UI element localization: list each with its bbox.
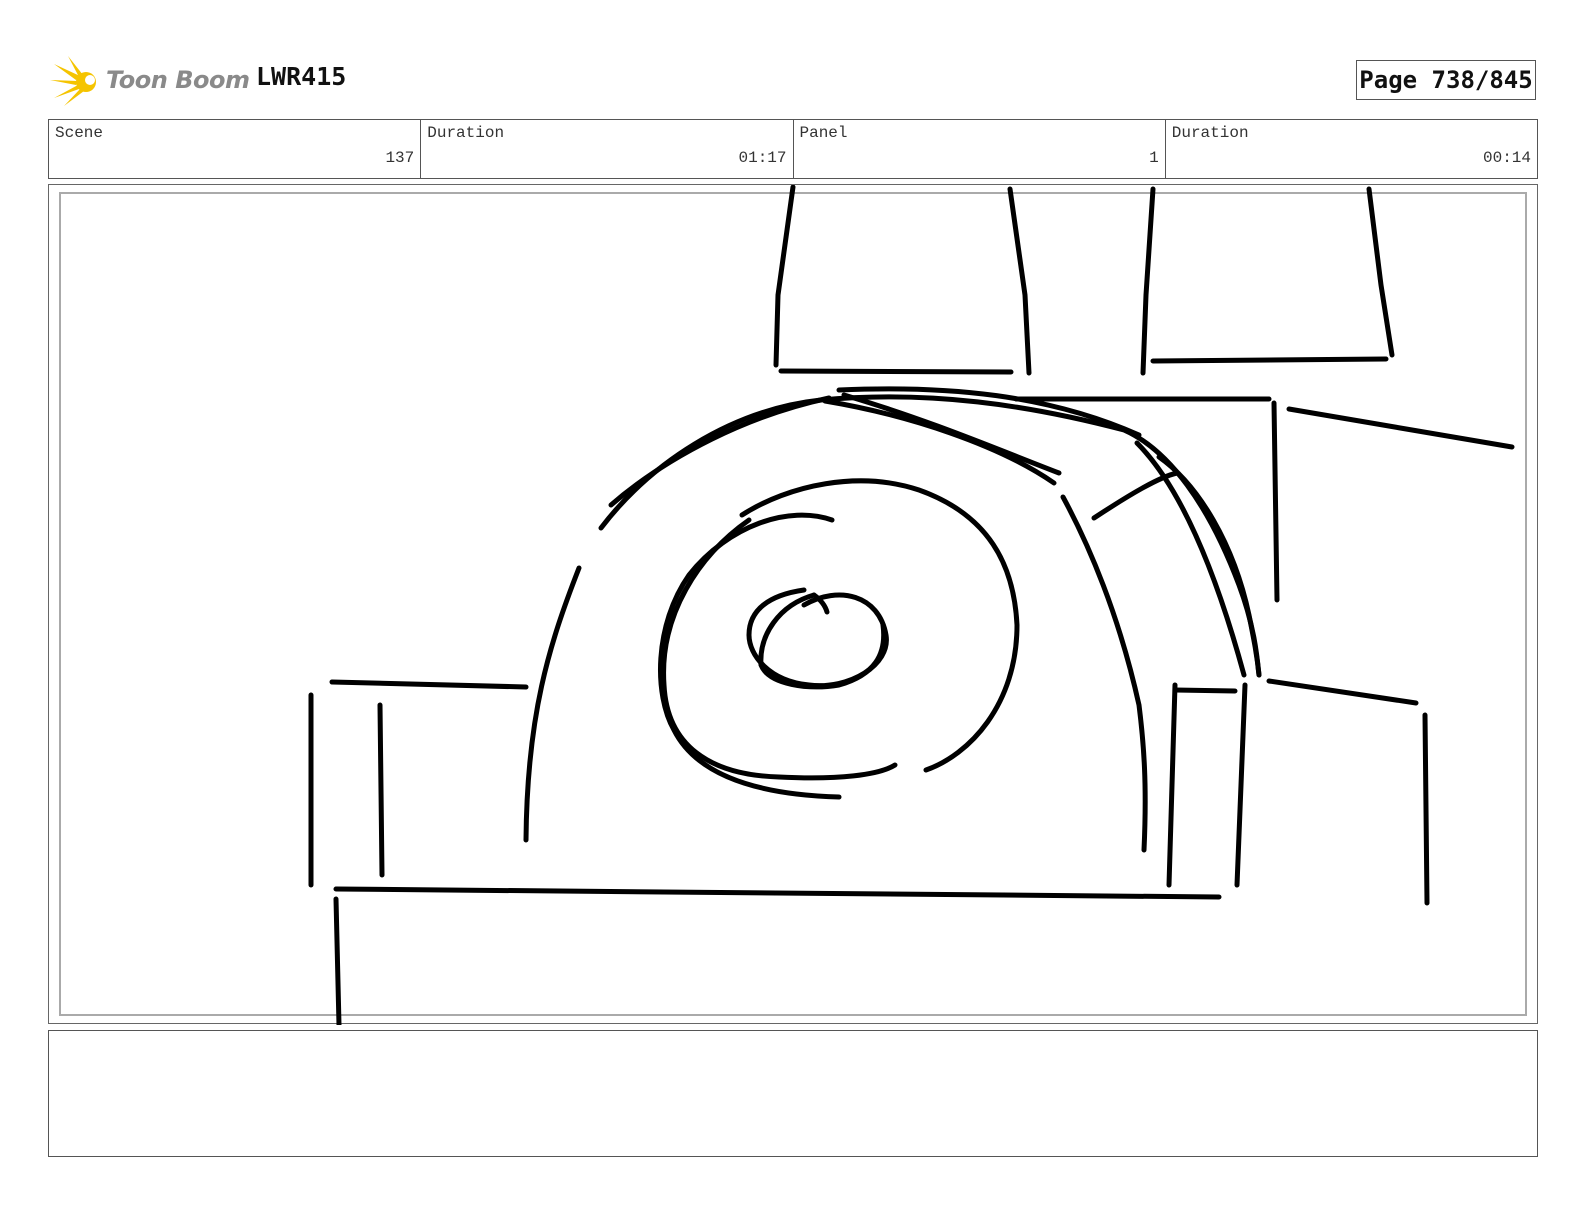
scene-cell: Scene 137 bbox=[49, 120, 422, 178]
toon-boom-logo: Toon Boom bbox=[50, 54, 250, 110]
panel-sketch bbox=[308, 185, 1515, 1025]
panel-cell: Panel 1 bbox=[794, 120, 1166, 178]
scene-value: 137 bbox=[385, 149, 415, 167]
scene-info-row: Scene 137 Duration 01:17 Panel 1 Duratio… bbox=[48, 119, 1538, 179]
page-indicator: Page 738/845 bbox=[1356, 60, 1536, 100]
panel-value: 1 bbox=[1149, 149, 1159, 167]
sketch-top-blocks bbox=[773, 185, 1515, 603]
panel-duration-cell: Duration 00:14 bbox=[1166, 120, 1537, 178]
sketch-eye bbox=[657, 478, 1020, 800]
panel-duration-label: Duration bbox=[1171, 124, 1249, 142]
logo-text: Toon Boom bbox=[106, 66, 250, 94]
panel-duration-value: 00:14 bbox=[1482, 149, 1531, 167]
sketch-lower-blocks bbox=[308, 678, 1430, 1025]
starburst-icon bbox=[50, 56, 96, 106]
scene-label: Scene bbox=[55, 124, 104, 142]
sketch-dome bbox=[523, 386, 1262, 853]
scene-duration-cell: Duration 01:17 bbox=[421, 120, 794, 178]
scene-duration-label: Duration bbox=[427, 124, 505, 142]
notes-box bbox=[48, 1030, 1538, 1157]
panel-label: Panel bbox=[799, 124, 848, 142]
scene-duration-value: 01:17 bbox=[738, 149, 787, 167]
storyboard-panel bbox=[48, 184, 1538, 1025]
project-code: LWR415 bbox=[256, 62, 347, 91]
